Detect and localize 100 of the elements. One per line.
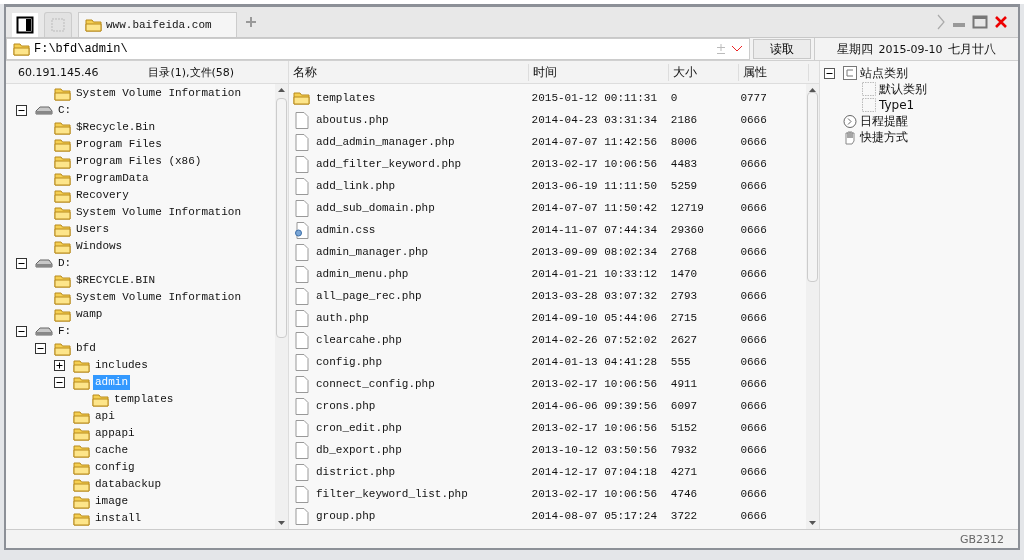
dropdown-icon[interactable]	[731, 44, 743, 54]
folder-icon	[54, 205, 71, 220]
file-name[interactable]: all_page_rec.php	[316, 290, 422, 302]
tree-item[interactable]: D:	[56, 256, 74, 271]
folder-icon	[54, 171, 71, 186]
collapse-icon[interactable]	[35, 343, 46, 354]
file-permissions: 0777	[739, 92, 768, 104]
tree-item[interactable]: Program Files	[74, 137, 164, 152]
read-button[interactable]: 读取	[753, 39, 811, 59]
scroll-up-icon[interactable]	[278, 88, 285, 92]
file-name[interactable]: filter_keyword_list.php	[316, 488, 468, 500]
collapse-icon[interactable]	[824, 67, 835, 79]
document-icon	[293, 265, 310, 283]
folder-icon	[54, 341, 71, 356]
folder-icon	[73, 477, 90, 492]
collapse-icon[interactable]	[54, 377, 65, 388]
file-name[interactable]: db_export.php	[316, 444, 402, 456]
folder-icon	[73, 511, 90, 526]
collapse-icon[interactable]	[16, 326, 27, 337]
document-icon	[293, 419, 310, 437]
collapse-icon[interactable]	[16, 105, 27, 116]
file-name[interactable]: aboutus.php	[316, 114, 389, 126]
tree-item[interactable]: appapi	[93, 426, 137, 441]
file-size: 7932	[669, 444, 699, 456]
column-header[interactable]: 属性	[739, 63, 809, 81]
tree-item[interactable]: image	[93, 494, 130, 509]
file-name[interactable]: admin.css	[316, 224, 376, 236]
modified-time: 2013-10-12 03:50:56	[530, 444, 658, 456]
file-permissions: 0666	[739, 290, 768, 302]
side-tree-item[interactable]: 默认类别	[879, 80, 927, 98]
tree-item[interactable]: F:	[56, 324, 74, 339]
tree-item[interactable]: Windows	[74, 239, 125, 254]
tree-item[interactable]: wamp	[74, 307, 105, 322]
tree-item[interactable]: Users	[74, 222, 111, 237]
file-permissions: 0666	[739, 400, 768, 412]
tree-item[interactable]: templates	[112, 392, 176, 407]
tree-item[interactable]: $RECYCLE.BIN	[74, 273, 158, 288]
tree-item[interactable]: ProgramData	[74, 171, 151, 186]
file-name[interactable]: admin_menu.php	[316, 268, 409, 280]
tree-item[interactable]: cache	[93, 443, 130, 458]
column-header[interactable]: 大小	[669, 63, 739, 81]
file-name[interactable]: add_admin_manager.php	[316, 136, 455, 148]
scroll-thumb[interactable]	[276, 98, 287, 338]
tree-item[interactable]: System Volume Information	[74, 205, 244, 220]
modified-time: 2013-03-28 03:07:32	[530, 290, 658, 302]
lunar-date-text: 七月廿八	[948, 40, 997, 58]
file-name[interactable]: admin_manager.php	[316, 246, 429, 258]
path-field[interactable]: F:\bfd\admin\	[34, 42, 711, 56]
collapse-icon[interactable]	[16, 258, 27, 269]
scroll-thumb[interactable]	[807, 92, 818, 282]
file-size: 2768	[669, 246, 699, 258]
column-header[interactable]: 名称	[289, 63, 529, 81]
modified-time: 2013-02-17 10:06:56	[530, 488, 658, 500]
file-size: 4271	[669, 466, 699, 478]
tree-item[interactable]: databackup	[93, 477, 163, 492]
tree-item[interactable]: System Volume Information	[74, 290, 244, 305]
folder-icon	[54, 188, 71, 203]
tree-item[interactable]: $Recycle.Bin	[74, 120, 158, 135]
tree-item[interactable]: Recovery	[74, 188, 131, 203]
modified-time: 2015-01-12 00:11:31	[530, 92, 658, 104]
close-icon[interactable]	[994, 15, 1008, 29]
file-name[interactable]: templates	[316, 92, 376, 104]
site-tab[interactable]: www.baifeida.com	[78, 12, 237, 37]
file-permissions: 0666	[739, 114, 768, 126]
tree-item[interactable]: install	[93, 511, 144, 526]
file-name[interactable]: connect_config.php	[316, 378, 435, 390]
side-tree-item[interactable]: 站点类别	[860, 64, 908, 82]
file-name[interactable]: config.php	[316, 356, 382, 368]
file-name[interactable]: group.php	[316, 510, 376, 522]
tree-item[interactable]: C:	[56, 103, 74, 118]
tree-item[interactable]: api	[93, 409, 117, 424]
maximize-icon[interactable]	[972, 15, 988, 29]
scroll-down-icon[interactable]	[809, 521, 816, 525]
file-name[interactable]: clearcahe.php	[316, 334, 402, 346]
tree-item[interactable]: Program Files (x86)	[74, 154, 204, 169]
scrollbar[interactable]	[806, 84, 819, 529]
file-name[interactable]: add_filter_keyword.php	[316, 158, 462, 170]
file-name[interactable]: add_sub_domain.php	[316, 202, 435, 214]
file-name[interactable]: crons.php	[316, 400, 376, 412]
expand-icon[interactable]	[54, 360, 65, 371]
side-tree-item[interactable]: Type1	[879, 98, 915, 112]
side-tree-item[interactable]: 快捷方式	[860, 128, 908, 146]
panel-tab[interactable]	[12, 13, 38, 37]
modified-time: 2014-01-21 10:33:12	[530, 268, 658, 280]
tree-item[interactable]: System Volume Information	[74, 86, 244, 101]
modified-time: 2013-09-09 08:02:34	[530, 246, 658, 258]
tree-item[interactable]: bfd	[74, 341, 98, 356]
scrollbar[interactable]	[275, 84, 288, 529]
tree-item[interactable]: config	[93, 460, 137, 475]
path-field[interactable]: F:\bfd\admin\	[6, 38, 750, 60]
file-name[interactable]: add_link.php	[316, 180, 396, 192]
tree-item[interactable]: includes	[93, 358, 150, 373]
file-name[interactable]: cron_edit.php	[316, 422, 402, 434]
modified-time: 2014-02-26 07:52:02	[530, 334, 658, 346]
column-header[interactable]: 时间	[529, 63, 669, 81]
file-name[interactable]: auth.php	[316, 312, 369, 324]
file-size: 4483	[669, 158, 699, 170]
file-name[interactable]: district.php	[316, 466, 396, 478]
scroll-down-icon[interactable]	[278, 521, 285, 525]
side-tree-item[interactable]: 日程提醒	[860, 112, 908, 130]
